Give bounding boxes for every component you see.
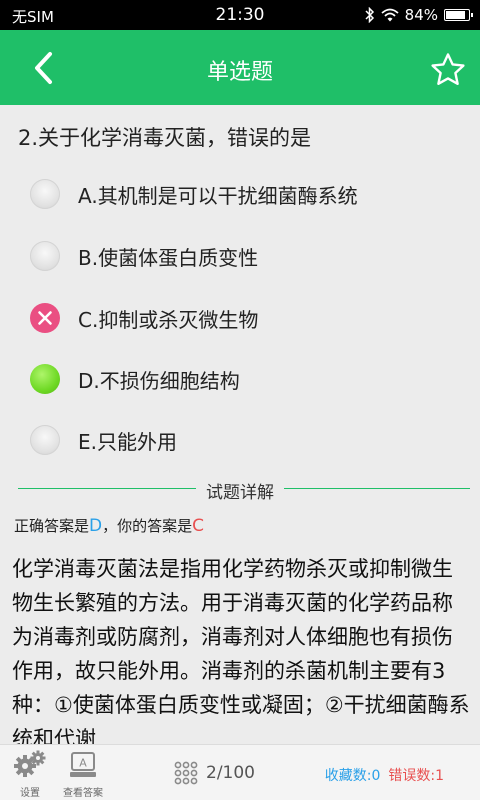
view-answer-label: 查看答案 — [63, 788, 103, 799]
question-progress[interactable]: 2/100 — [174, 761, 255, 785]
answer-board-icon: A — [70, 752, 96, 777]
radio-unselected-icon — [30, 425, 60, 455]
user-answer-prefix: ，你的答案是 — [102, 517, 193, 535]
gears-icon — [14, 750, 46, 777]
detail-heading: 试题详解 — [0, 478, 480, 503]
status-bar: 无SIM 21:30 84% — [0, 0, 480, 30]
option-b[interactable]: B.使菌体蛋白质变性 — [30, 236, 450, 276]
settings-button[interactable]: 设置 — [5, 749, 55, 799]
settings-label: 设置 — [20, 788, 40, 799]
detail-title: 试题详解 — [196, 483, 284, 503]
option-c[interactable]: C.抑制或杀灭微生物 — [30, 298, 450, 338]
favorite-star-button[interactable] — [430, 52, 466, 88]
errors-count[interactable]: 错误数:1 — [388, 768, 444, 784]
user-answer-value: C — [192, 516, 204, 536]
correct-answer-value: D — [89, 516, 103, 536]
option-label: C.抑制或杀灭微生物 — [78, 307, 259, 332]
explanation-text: 化学消毒灭菌法是指用化学药物杀灭或抑制微生物生长繁殖的方法。用于消毒灭菌的化学药… — [12, 557, 470, 744]
svg-text:A: A — [79, 757, 87, 770]
status-indicators: 84% — [365, 6, 473, 24]
option-d[interactable]: D.不损伤细胞结构 — [30, 359, 450, 399]
app-header: 单选题 — [0, 30, 480, 105]
answer-summary: 正确答案是D，你的答案是C — [14, 515, 204, 536]
page-title: 单选题 — [206, 60, 273, 85]
view-answer-button[interactable]: A 查看答案 — [58, 749, 108, 799]
radio-unselected-icon — [30, 241, 60, 271]
option-label: B.使菌体蛋白质变性 — [78, 245, 259, 270]
progress-count: 2/100 — [206, 763, 255, 783]
correct-dot-icon — [30, 364, 60, 394]
radio-unselected-icon — [30, 179, 60, 209]
favorites-count[interactable]: 收藏数:0 — [325, 768, 381, 784]
battery-percent: 84% — [404, 6, 438, 24]
option-e[interactable]: E.只能外用 — [30, 420, 450, 460]
bluetooth-icon — [365, 7, 374, 23]
stats: 收藏数:0 错误数:1 — [325, 765, 444, 785]
grid-icon — [174, 761, 198, 785]
option-label: D.不损伤细胞结构 — [78, 368, 240, 393]
option-label: A.其机制是可以干扰细菌酶系统 — [78, 183, 358, 208]
battery-icon — [444, 9, 473, 21]
wrong-mark-icon — [30, 303, 60, 333]
question-text: 2.关于化学消毒灭菌，错误的是 — [18, 126, 312, 150]
correct-answer-prefix: 正确答案是 — [14, 517, 90, 535]
option-label: E.只能外用 — [78, 429, 177, 454]
option-a[interactable]: A.其机制是可以干扰细菌酶系统 — [30, 174, 450, 214]
bottom-toolbar: 设置 A 查看答案 2/100 收藏数:0 错误数:1 — [0, 744, 480, 800]
wifi-icon — [381, 8, 399, 22]
